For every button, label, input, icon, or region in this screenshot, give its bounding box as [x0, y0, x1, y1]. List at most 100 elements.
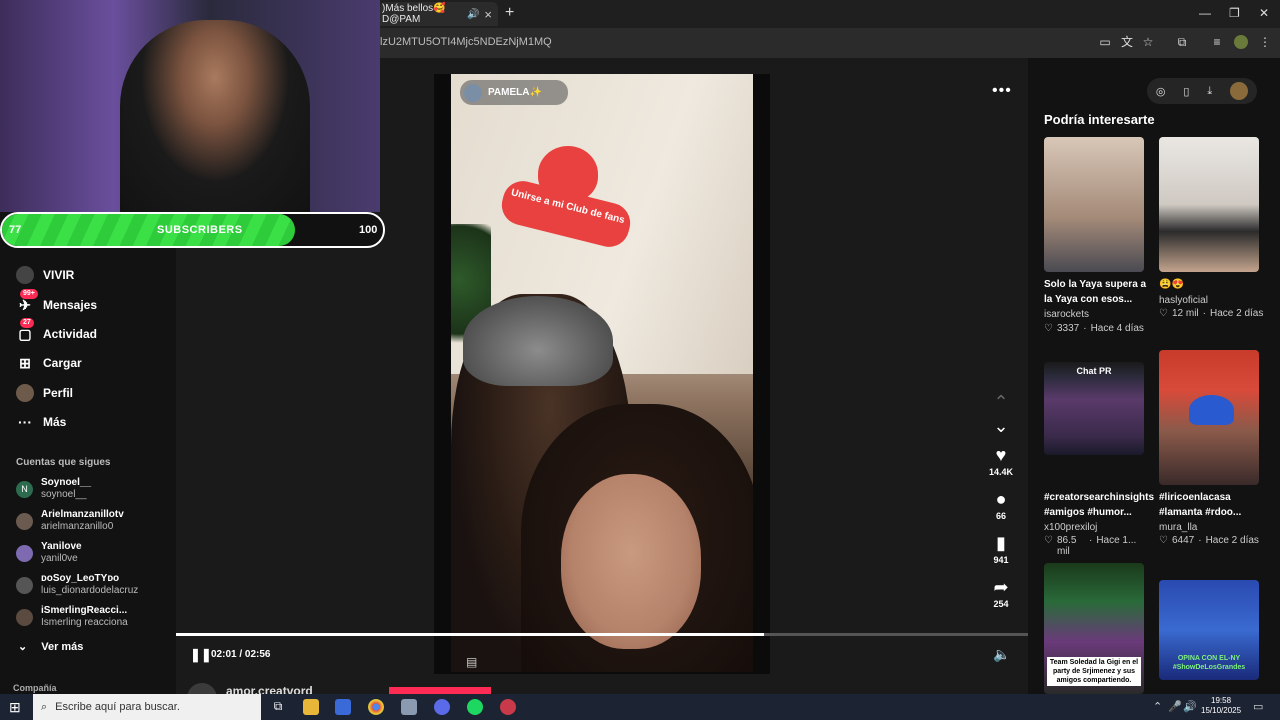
windows-start-icon[interactable]: ⊞ — [9, 699, 21, 716]
spotify-icon[interactable] — [467, 699, 483, 715]
thumbnail-overlay-text: Chat PR — [1076, 366, 1112, 376]
like-button[interactable]: ♥ 14.4K — [986, 445, 1016, 477]
following-account[interactable]: Arielmanzanillotv arielmanzanillo0 — [16, 507, 124, 535]
recommendation-title[interactable]: 😩😍 — [1159, 277, 1184, 292]
more-options-icon[interactable]: ••• — [992, 82, 1012, 100]
avatar — [16, 576, 33, 594]
see-more-link[interactable]: ⌄ Ver más — [18, 640, 84, 654]
subscriber-goal-bar: 77 SUBSCRIBERS 100 — [0, 212, 385, 248]
company-link[interactable]: Compañía — [13, 683, 57, 693]
nav-label: Cargar — [43, 356, 82, 370]
subscriber-goal: 100 — [359, 224, 378, 236]
see-more-label: Ver más — [41, 640, 84, 653]
activity-icon: ▢ 27 — [16, 318, 34, 343]
nav-item-profile[interactable]: Perfil — [16, 382, 73, 404]
recommendation-title[interactable]: #liricoenlacasa #lamanta #rdoo... — [1159, 490, 1263, 520]
media-icon[interactable]: ≡ — [1210, 35, 1224, 49]
account-name: iSmerlingReacci... — [41, 605, 128, 616]
store-icon[interactable] — [335, 699, 351, 715]
following-account[interactable]: ᴅᴏSoy_LeoTYᴅᴏ luis_dionardodelacruz — [16, 571, 138, 599]
nav-label: Mensajes — [43, 298, 98, 312]
recommendation-likes: 86.5 mil — [1056, 535, 1077, 557]
app-icon[interactable] — [401, 699, 417, 715]
recommendation-author[interactable]: isarockets — [1044, 309, 1089, 320]
microphone-icon[interactable]: 🎤 — [1168, 700, 1182, 713]
following-account[interactable]: N Soynoel__ soynoel__ — [16, 475, 91, 503]
browser-tab[interactable]: )Más bellos🥰D@PAM 🔊 × — [380, 2, 498, 26]
recommendation-author[interactable]: mura_lla — [1159, 522, 1197, 533]
tab-close-icon[interactable]: × — [484, 7, 492, 22]
recommendation-thumbnail[interactable] — [1159, 137, 1259, 272]
recommendation-title[interactable]: #creatorsearchinsights #amigos #humor... — [1044, 490, 1154, 520]
following-account[interactable]: Yanilove yanil0ve — [16, 539, 82, 567]
extensions-icon[interactable]: ⧉ — [1175, 35, 1189, 49]
new-tab-icon[interactable]: + — [505, 4, 514, 22]
following-account[interactable]: iSmerlingReacci... Ismerling reacciona — [16, 603, 128, 631]
recommendation-meta: ♡ 3337 · Hace 4 días — [1044, 323, 1144, 334]
profile-avatar-icon[interactable] — [1234, 35, 1248, 49]
menu-kebab-icon[interactable]: ⋮ — [1258, 35, 1272, 49]
previous-video-button[interactable]: ⌃ — [986, 392, 1016, 412]
autoscroll-icon[interactable]: ◎ — [1156, 85, 1166, 98]
obs-icon[interactable] — [500, 699, 516, 715]
recommendation-author[interactable]: haslyoficial — [1159, 295, 1208, 306]
comment-count: 66 — [995, 511, 1006, 521]
creator-name: PAMELA✨ — [488, 87, 542, 98]
user-avatar[interactable] — [1230, 82, 1249, 100]
file-explorer-icon[interactable] — [303, 699, 319, 715]
recommendation-thumbnail[interactable]: OPINA CON EL-NY #ShowDeLosGrandes — [1159, 580, 1259, 680]
comment-button[interactable]: ● 66 — [986, 489, 1016, 521]
heart-outline-icon: ♡ — [1044, 535, 1053, 546]
nav-item-activity[interactable]: ▢ 27 Actividad — [16, 318, 97, 345]
chrome-icon[interactable] — [368, 699, 384, 715]
task-view-icon[interactable]: ⧉ — [270, 699, 286, 715]
video-player[interactable]: Unirse a mi Club de fans — [451, 74, 753, 672]
captions-icon[interactable]: ▤ — [466, 655, 477, 669]
recommendation-thumbnail[interactable]: Chat PR — [1044, 362, 1144, 455]
nav-item-upload[interactable]: ⊞ Cargar — [16, 352, 82, 374]
recommendation-thumbnail[interactable] — [1159, 350, 1259, 485]
share-button[interactable]: ➦ 254 — [986, 577, 1016, 609]
recommendation-title[interactable]: Solo la Yaya supera a la Yaya con esos..… — [1044, 277, 1148, 307]
upload-icon: ⊞ — [19, 354, 31, 371]
avatar: N — [16, 480, 33, 498]
avatar — [16, 512, 33, 530]
close-window-icon[interactable]: ✕ — [1259, 6, 1269, 20]
subscriber-label: SUBSCRIBERS — [157, 224, 243, 236]
cast-icon[interactable]: ▭ — [1098, 35, 1112, 49]
recommendation-age: Hace 4 días — [1090, 323, 1144, 334]
url-field[interactable]: lzU2MTU5OTI4Mjc5NDEzNjM1MQ — [380, 36, 552, 48]
bookmark-star-icon[interactable]: ☆ — [1141, 35, 1155, 49]
heart-outline-icon: ♡ — [1159, 535, 1168, 546]
mobile-icon[interactable]: ▯ — [1183, 85, 1189, 98]
restore-icon[interactable]: ❐ — [1229, 6, 1240, 20]
volume-icon[interactable]: 🔈 — [993, 646, 1010, 663]
download-icon[interactable]: ⤓ — [1207, 85, 1212, 98]
recommendation-thumbnail[interactable] — [1044, 137, 1144, 272]
next-video-button[interactable]: ⌄ — [986, 416, 1016, 436]
tab-title: )Más bellos🥰D@PAM — [382, 3, 446, 25]
pause-icon[interactable]: ❚❚ — [190, 647, 212, 663]
recommendation-thumbnail[interactable]: Team Soledad la Gigi en el party de Srji… — [1044, 563, 1144, 694]
video-scene-cap — [463, 296, 613, 386]
nav-item-messages[interactable]: ✈ 99+ Mensajes — [16, 289, 98, 316]
tray-chevron-icon[interactable]: ⌃ — [1153, 700, 1162, 713]
taskbar-search[interactable]: ⌕ Escribe aquí para buscar. — [33, 694, 261, 720]
notifications-icon[interactable]: ▭ — [1253, 700, 1263, 713]
chevron-down-icon: ⌄ — [993, 416, 1009, 436]
tab-audio-icon[interactable]: 🔊 — [467, 9, 479, 20]
comment-icon: ● — [995, 489, 1007, 509]
creator-pill[interactable]: PAMELA✨ — [460, 80, 568, 105]
recommendation-likes: 3337 — [1056, 323, 1080, 334]
video-progress-bar[interactable] — [176, 633, 1028, 636]
minimize-icon[interactable]: — — [1199, 6, 1211, 20]
nav-item-more[interactable]: ··· Más — [16, 411, 66, 433]
nav-item-live[interactable]: VIVIR — [16, 264, 74, 286]
search-icon: ⌕ — [41, 700, 48, 713]
speaker-icon[interactable]: 🔊 — [1183, 700, 1197, 713]
taskbar-clock[interactable]: 19:58 15/10/2025 — [1201, 696, 1241, 716]
save-button[interactable]: ▮ 941 — [986, 533, 1016, 565]
translate-icon[interactable]: 文 — [1120, 35, 1134, 49]
discord-icon[interactable] — [434, 699, 450, 715]
recommendation-author[interactable]: x100prexiloj — [1044, 522, 1097, 533]
